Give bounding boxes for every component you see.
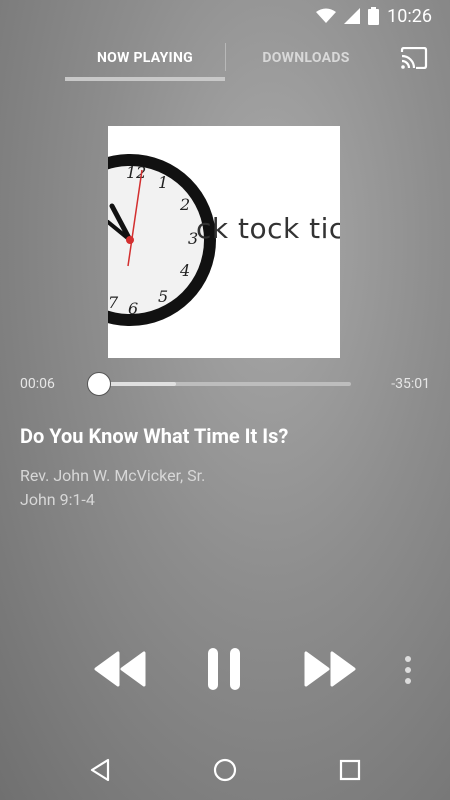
rewind-icon[interactable] — [90, 646, 150, 692]
fast-forward-icon[interactable] — [300, 646, 360, 692]
progress-row: 00:06 -35:01 — [0, 368, 450, 400]
signal-icon — [344, 8, 361, 24]
album-artwork: 12 1 2 3 4 5 6 7 ck tock tick toc — [108, 126, 340, 358]
clock-number-1: 1 — [158, 173, 168, 192]
status-bar: 10:26 — [0, 0, 450, 32]
pause-icon[interactable] — [200, 644, 248, 694]
tab-downloads[interactable]: DOWNLOADS — [226, 36, 386, 80]
remaining-time: -35:01 — [391, 376, 430, 392]
seek-thumb[interactable] — [87, 372, 111, 396]
wifi-icon — [316, 8, 337, 24]
tab-now-playing[interactable]: NOW PLAYING — [65, 36, 225, 80]
track-speaker: Rev. John W. McVicker, Sr. — [20, 466, 206, 485]
clock-number-7: 7 — [108, 293, 119, 312]
track-passage: John 9:1-4 — [20, 490, 95, 509]
track-title: Do You Know What Time It Is? — [20, 424, 289, 448]
playback-controls — [0, 640, 450, 700]
clock-number-5: 5 — [158, 287, 168, 306]
tab-bar: NOW PLAYING DOWNLOADS — [0, 36, 450, 84]
recents-icon[interactable] — [330, 752, 370, 788]
clock-number-12: 12 — [126, 163, 146, 182]
clock-number-4: 4 — [179, 261, 190, 280]
clock-number-6: 6 — [128, 299, 138, 318]
back-icon[interactable] — [80, 752, 120, 788]
more-vert-icon[interactable] — [396, 650, 420, 690]
cast-icon[interactable] — [398, 44, 430, 72]
active-tab-indicator — [65, 77, 225, 81]
home-icon[interactable] — [205, 752, 245, 788]
artwork-text: ck tock tick toc — [196, 212, 340, 245]
navigation-bar — [0, 740, 450, 800]
battery-icon — [368, 7, 380, 25]
elapsed-time: 00:06 — [20, 376, 55, 392]
seek-bar[interactable] — [98, 382, 351, 386]
clock-number-2: 2 — [179, 195, 190, 214]
status-time: 10:26 — [387, 5, 432, 27]
